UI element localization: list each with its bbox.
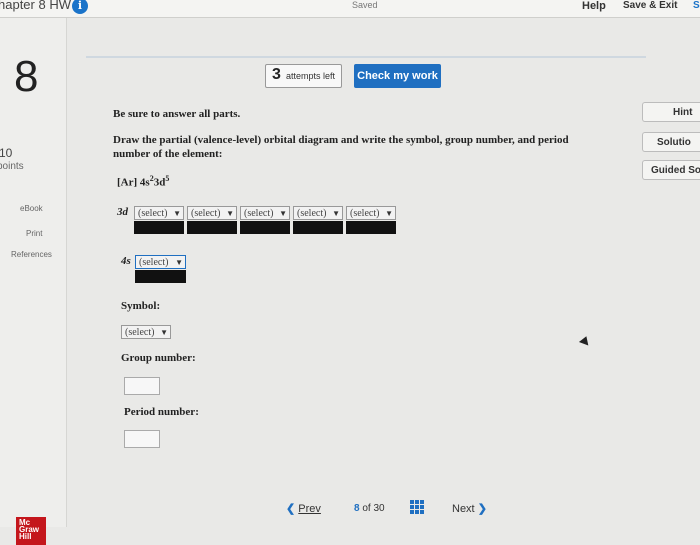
help-link[interactable]: Help <box>582 0 606 12</box>
orbital-4s-select[interactable]: (select) ▼ <box>135 255 186 269</box>
chevron-down-icon: ▼ <box>175 258 183 267</box>
select-value: (select) <box>138 208 168 219</box>
instruction-text: Be sure to answer all parts. <box>113 108 241 120</box>
select-value: (select) <box>244 208 274 219</box>
select-value: (select) <box>191 208 221 219</box>
question-number: 8 <box>14 52 39 101</box>
electron-configuration: [Ar] 4s23d5 <box>117 174 169 189</box>
question-sidebar: 8 10 points eBook Print References Mc Gr… <box>0 18 67 545</box>
config-s-label: 4s <box>139 176 150 189</box>
chevron-down-icon: ▼ <box>385 209 393 218</box>
grid-icon[interactable] <box>410 500 424 514</box>
next-label: Next <box>452 503 475 515</box>
config-d-label: 3d <box>153 176 166 189</box>
symbol-label: Symbol: <box>121 300 161 312</box>
points-value: 10 <box>0 146 13 160</box>
current-page: 8 <box>354 503 360 514</box>
page-of: of <box>362 503 371 514</box>
select-value: (select) <box>297 208 327 219</box>
question-text: Draw the partial (valence-level) orbital… <box>113 134 569 160</box>
orbital-3d-box-3 <box>240 221 290 234</box>
save-exit-link[interactable]: Save & Exit <box>623 0 677 11</box>
orbital-3d-box-5 <box>346 221 396 234</box>
chevron-down-icon: ▼ <box>332 209 340 218</box>
check-my-work-button[interactable]: Check my work <box>354 64 441 88</box>
print-link[interactable]: Print <box>26 229 42 238</box>
chevron-left-icon: ❮ <box>286 503 296 515</box>
mcgraw-hill-logo: Mc Graw Hill <box>16 517 46 545</box>
chevron-down-icon: ▼ <box>279 209 287 218</box>
ebook-link[interactable]: eBook <box>20 204 43 213</box>
select-value: (select) <box>125 327 155 338</box>
config-core: [Ar] <box>117 176 138 189</box>
orbital-3d-select-3[interactable]: (select) ▼ <box>240 206 290 220</box>
orbital-3d-select-4[interactable]: (select) ▼ <box>293 206 343 220</box>
save-status: Saved <box>352 0 378 10</box>
orbital-3d-box-2 <box>187 221 237 234</box>
info-icon[interactable]: i <box>72 0 88 14</box>
orbital-3d-label: 3d <box>117 206 128 218</box>
chevron-down-icon: ▼ <box>160 328 168 337</box>
select-value: (select) <box>350 208 380 219</box>
solution-tab[interactable]: Solutio <box>642 132 700 152</box>
orbital-3d-select-5[interactable]: (select) ▼ <box>346 206 396 220</box>
chevron-down-icon: ▼ <box>173 209 181 218</box>
points-label: points <box>0 161 24 172</box>
config-d-exp: 5 <box>165 174 170 183</box>
period-number-label: Period number: <box>124 406 199 418</box>
references-link[interactable]: References <box>11 250 52 259</box>
attempts-label: attempts left <box>286 71 336 81</box>
chapter-title: hapter 8 HW <box>0 0 71 12</box>
orbital-3d-box-4 <box>293 221 343 234</box>
top-bar: hapter 8 HW i Saved Help Save & Exit S <box>0 0 700 18</box>
orbital-4s-box <box>135 270 186 283</box>
page-indicator: 8 of 30 <box>354 503 385 514</box>
guided-solution-tab[interactable]: Guided So <box>642 160 700 180</box>
period-number-input[interactable] <box>124 430 160 448</box>
chevron-right-icon: ❯ <box>477 503 487 515</box>
attempts-indicator: 3 attempts left <box>265 64 342 88</box>
header-divider <box>86 56 646 58</box>
group-number-label: Group number: <box>121 352 196 364</box>
group-number-input[interactable] <box>124 377 160 395</box>
select-value: (select) <box>139 257 169 268</box>
next-button[interactable]: Next ❯ <box>452 502 487 515</box>
orbital-3d-select-1[interactable]: (select) ▼ <box>134 206 184 220</box>
orbital-3d-select-2[interactable]: (select) ▼ <box>187 206 237 220</box>
attempts-count: 3 <box>272 66 281 83</box>
edge-truncated-link[interactable]: S <box>693 0 700 11</box>
prev-label: Prev <box>298 503 321 515</box>
total-pages: 30 <box>373 503 385 514</box>
orbital-4s-label: 4s <box>121 255 131 267</box>
orbital-3d-box-1 <box>134 221 184 234</box>
symbol-select[interactable]: (select) ▼ <box>121 325 171 339</box>
chevron-down-icon: ▼ <box>226 209 234 218</box>
hint-tab[interactable]: Hint <box>642 102 700 122</box>
prev-button[interactable]: ❮ Prev <box>286 502 321 515</box>
